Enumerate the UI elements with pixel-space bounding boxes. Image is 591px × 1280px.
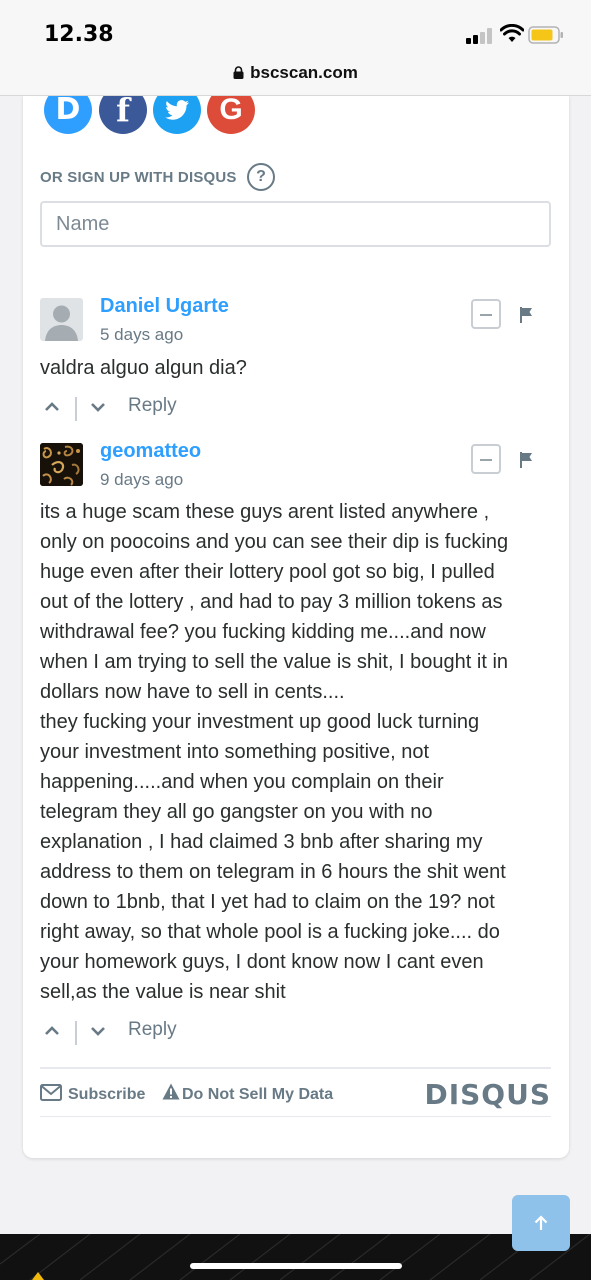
url-text: bscscan.com <box>250 63 358 82</box>
vote-divider <box>75 1021 77 1045</box>
disqus-logo[interactable]: DISQUS <box>424 1078 551 1111</box>
arrow-up-icon <box>534 1215 548 1230</box>
help-icon[interactable]: ? <box>247 163 275 191</box>
warning-icon <box>162 1083 180 1100</box>
decorative-pattern <box>0 1234 591 1280</box>
comment-timestamp[interactable]: 9 days ago <box>100 470 183 490</box>
cellular-signal-icon <box>466 28 492 44</box>
comment-actions: Reply <box>44 395 244 421</box>
comment-timestamp[interactable]: 5 days ago <box>100 325 183 345</box>
comment-actions: Reply <box>44 1019 244 1045</box>
reply-button[interactable]: Reply <box>128 1019 177 1041</box>
scroll-to-top-button[interactable] <box>512 1195 570 1251</box>
flag-icon[interactable] <box>519 452 533 468</box>
avatar[interactable] <box>40 443 83 486</box>
comment-body: its a huge scam these guys arent listed … <box>40 501 509 1003</box>
disqus-footer: Subscribe Do Not Sell My Data DISQUS <box>40 1067 551 1117</box>
subscribe-link[interactable]: Subscribe <box>68 1086 145 1104</box>
vote-divider <box>75 397 77 421</box>
battery-icon <box>528 26 563 44</box>
browser-top-bar: 12.38 bscscan.com <box>0 0 591 96</box>
do-not-sell-link[interactable]: Do Not Sell My Data <box>182 1086 333 1104</box>
upvote-icon[interactable] <box>44 1023 60 1039</box>
name-input[interactable] <box>40 201 551 247</box>
comment-author[interactable]: geomatteo <box>100 440 201 463</box>
downvote-icon[interactable] <box>90 399 106 415</box>
default-user-icon <box>45 305 78 341</box>
status-time: 12.38 <box>44 22 114 47</box>
signup-with-disqus-label: OR SIGN UP WITH DISQUS <box>40 169 237 186</box>
avatar-pattern-image <box>40 443 83 486</box>
address-bar[interactable]: bscscan.com <box>0 63 591 83</box>
site-footer-strip <box>0 1234 591 1280</box>
collapse-button[interactable] <box>471 299 501 329</box>
wifi-icon <box>500 24 524 42</box>
flag-icon[interactable] <box>519 307 533 323</box>
comment-body: valdra alguo algun dia? <box>40 357 247 379</box>
lock-icon <box>233 66 244 79</box>
reply-button[interactable]: Reply <box>128 395 177 417</box>
comment-author[interactable]: Daniel Ugarte <box>100 295 229 318</box>
upvote-icon[interactable] <box>44 399 60 415</box>
home-indicator <box>190 1263 402 1269</box>
envelope-icon <box>40 1084 62 1101</box>
collapse-button[interactable] <box>471 444 501 474</box>
downvote-icon[interactable] <box>90 1023 106 1039</box>
avatar[interactable] <box>40 298 83 341</box>
